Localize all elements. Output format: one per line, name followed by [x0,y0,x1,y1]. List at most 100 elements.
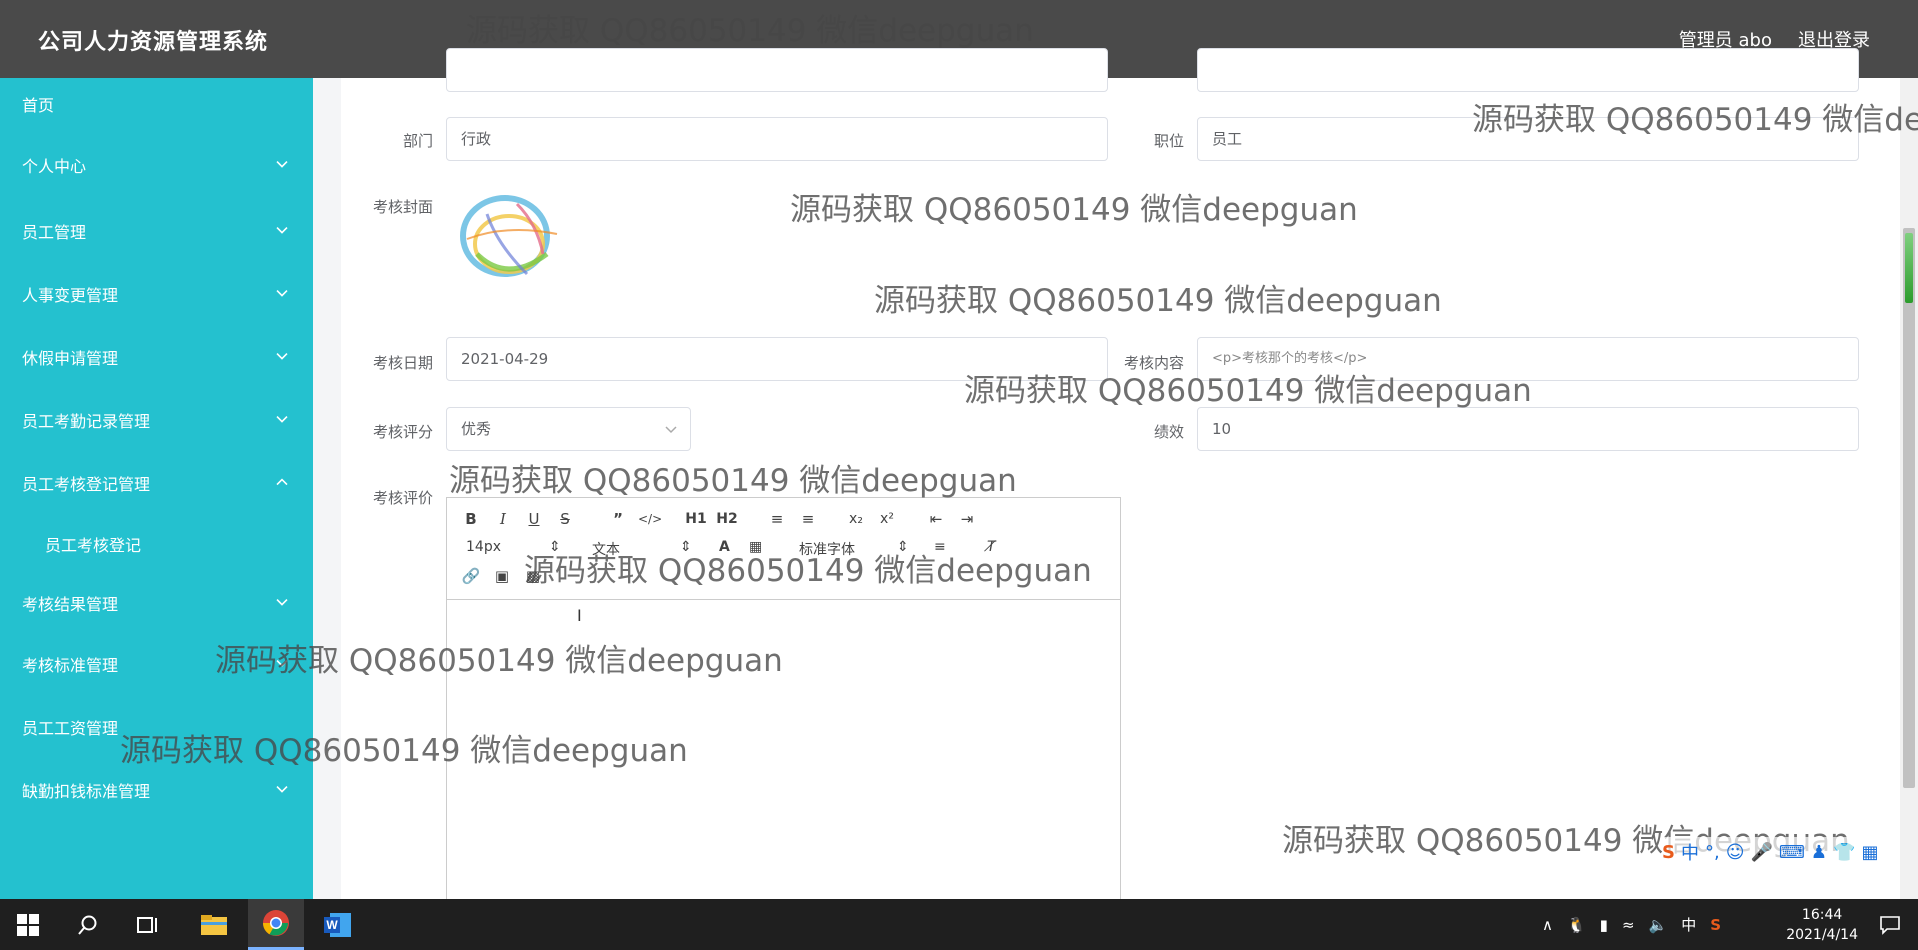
sidebar-item-leave-mgmt[interactable]: 休假申请管理 [0,326,313,388]
ime-toolbar[interactable]: S 中 °, ☺ 🎤 ⌨ ♟ 👕 ▦ [1662,837,1879,867]
chevron-down-icon [665,426,677,434]
indent-icon[interactable]: ⇥ [956,508,978,530]
ime-lang[interactable]: 中 [1681,839,1699,865]
top-field-right[interactable] [1197,48,1859,92]
align-icon[interactable]: ≡ [934,539,946,555]
sidebar-item-label: 首页 [22,96,55,115]
font-family-arrow-icon[interactable]: ⇕ [897,539,909,555]
date-label: 考核日期 [372,354,433,372]
paragraph-arrow-icon[interactable]: ⇕ [680,539,692,555]
link-icon[interactable]: 🔗 [460,565,482,587]
font-size-select[interactable]: 14px [466,539,501,555]
sidebar-item-label: 员工考核登记 [45,536,142,555]
content-label: 考核内容 [1123,354,1184,372]
performance-label: 绩效 [1153,423,1184,441]
video-icon[interactable]: ▩ [522,565,544,587]
sidebar-item-label: 员工工资管理 [22,719,119,738]
chevron-down-icon [276,353,288,360]
skin-icon[interactable]: 👕 [1833,842,1855,863]
sidebar-item-salary-mgmt[interactable]: 员工工资管理 [0,696,313,758]
user-icon[interactable]: ♟ [1811,842,1827,863]
top-field-left[interactable] [446,48,1108,92]
sidebar-item-assessment-reg[interactable]: 员工考核登记 [0,514,313,574]
sidebar-item-assessment-standard[interactable]: 考核标准管理 [0,632,313,696]
content-input[interactable]: <p>考核那个的考核</p> [1197,337,1859,381]
vertical-scrollbar[interactable] [1900,78,1918,899]
dept-input[interactable]: 行政 [446,117,1108,161]
grid-icon[interactable]: ▦ [1861,842,1878,863]
microphone-icon[interactable]: 🎤 [1750,842,1772,863]
superscript-icon[interactable]: x² [876,508,898,530]
battery-icon[interactable]: ▮ [1600,916,1608,934]
background-color-icon[interactable]: ▦ [749,539,762,555]
bold-icon[interactable]: B [460,508,482,530]
sogou-logo-icon: S [1662,841,1675,863]
sidebar-item-home[interactable]: 首页 [0,78,313,130]
font-color-icon[interactable]: A [719,539,730,555]
heading1-icon[interactable]: H1 [685,508,707,530]
show-hidden-icons-icon[interactable]: ∧ [1542,916,1553,934]
word-icon[interactable]: W [310,899,366,950]
subscript-icon[interactable]: x₂ [845,508,867,530]
performance-input[interactable]: 10 [1197,407,1859,451]
ime-lang-indicator[interactable]: 中 [1681,914,1696,935]
scrollbar-thumb[interactable] [1903,228,1915,788]
rich-text-editor: B I U S ” </> H1 H2 ≡ ≡ x₂ x² ⇤ ⇥ 14px ⇕… [446,497,1121,907]
chevron-down-icon [276,290,288,297]
rating-select[interactable]: 优秀 [446,407,691,451]
rating-label: 考核评分 [372,423,433,441]
position-input[interactable]: 员工 [1197,117,1859,161]
qq-icon[interactable]: 🐧 [1567,916,1586,934]
sogou-tray-icon[interactable]: S [1710,916,1721,934]
position-label: 职位 [1153,132,1184,150]
text-cursor-icon: I [577,606,582,625]
notification-icon[interactable] [1862,899,1918,950]
volume-icon[interactable]: 🔈 [1649,916,1668,934]
sidebar-item-assessment-reg-mgmt[interactable]: 员工考核登记管理 [0,452,313,514]
date-input[interactable]: 2021-04-29 [446,337,1108,381]
sidebar-item-assessment-result[interactable]: 考核结果管理 [0,574,313,632]
cover-image[interactable] [447,184,577,302]
image-icon[interactable]: ▣ [491,565,513,587]
sidebar-item-personnel-change[interactable]: 人事变更管理 [0,262,313,326]
emoji-icon[interactable]: ☺ [1726,842,1745,863]
code-icon[interactable]: </> [638,508,662,530]
font-family-select[interactable]: 标准字体 [799,539,855,559]
sidebar-item-label: 休假申请管理 [22,349,119,368]
heading2-icon[interactable]: H2 [716,508,738,530]
clock[interactable]: 16:44 2021/4/14 [1786,905,1858,945]
comment-label: 考核评价 [372,489,433,507]
task-view-icon[interactable] [120,899,176,950]
bullet-list-icon[interactable]: ≡ [797,508,819,530]
punctuation-icon[interactable]: °, [1705,842,1720,863]
windows-start-icon[interactable] [0,899,56,950]
clock-time: 16:44 [1801,907,1843,923]
chevron-down-icon [276,786,288,793]
clear-format-icon[interactable]: T̸ [987,539,996,555]
chrome-icon[interactable] [248,899,304,950]
font-size-arrow-icon[interactable]: ⇕ [549,539,561,555]
chevron-down-icon [276,227,288,234]
ordered-list-icon[interactable]: ≡ [766,508,788,530]
chevron-down-icon [276,416,288,423]
outdent-icon[interactable]: ⇤ [925,508,947,530]
keyboard-icon[interactable]: ⌨ [1779,842,1805,863]
italic-icon[interactable]: I [492,508,514,530]
underline-icon[interactable]: U [523,508,545,530]
svg-text:W: W [326,918,338,932]
wifi-icon[interactable]: ≈ [1622,916,1635,934]
paragraph-select[interactable]: 文本 [592,539,620,559]
sidebar-item-label: 员工考核登记管理 [22,475,151,494]
blockquote-icon[interactable]: ” [607,508,629,530]
sidebar-item-attendance-mgmt[interactable]: 员工考勤记录管理 [0,388,313,452]
sidebar-item-label: 员工管理 [22,223,87,242]
strikethrough-icon[interactable]: S [554,508,576,530]
sidebar: 首页 个人中心 员工管理 人事变更管理 休假申请管理 员工考勤记录管理 员工考核… [0,78,313,899]
sidebar-item-employee-mgmt[interactable]: 员工管理 [0,200,313,262]
file-explorer-icon[interactable] [186,899,242,950]
sidebar-item-absence-deduction[interactable]: 缺勤扣钱标准管理 [0,758,313,822]
search-icon[interactable] [60,899,116,950]
editor-body[interactable]: I [447,600,1120,906]
sidebar-item-personal-center[interactable]: 个人中心 [0,130,313,200]
app-title: 公司人力资源管理系统 [38,30,269,55]
